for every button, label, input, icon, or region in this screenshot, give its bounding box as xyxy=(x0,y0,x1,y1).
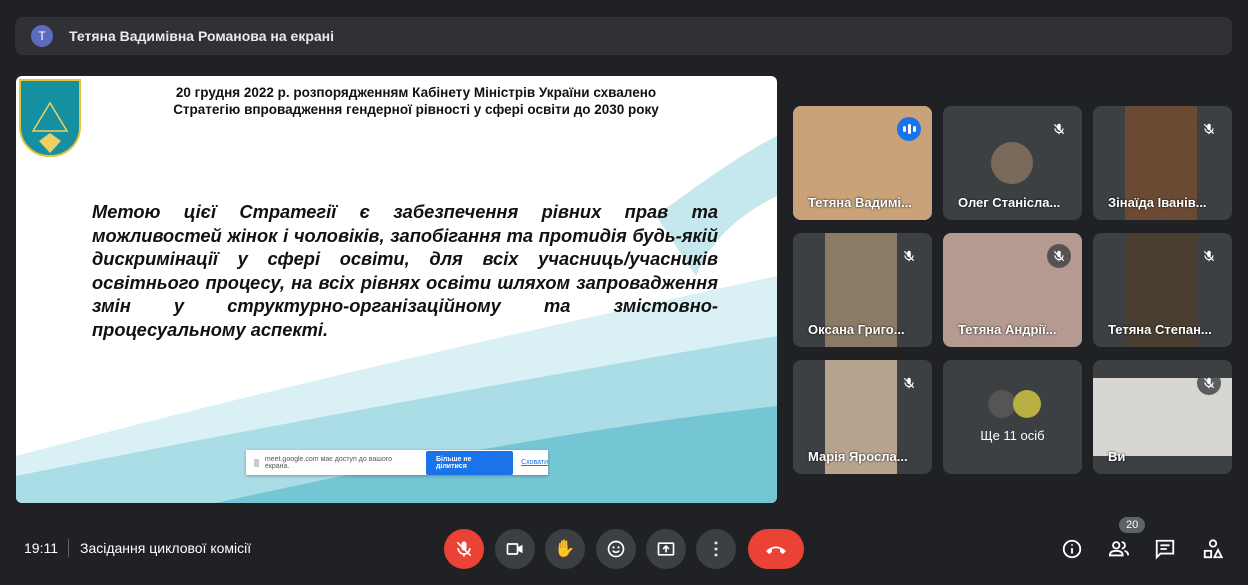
participant-name: Тетяна Вадимі... xyxy=(808,195,912,210)
university-logo xyxy=(19,79,81,157)
participant-count-badge: 20 xyxy=(1119,517,1146,533)
mic-muted-icon xyxy=(897,371,921,395)
emoji-icon xyxy=(607,540,625,558)
participant-avatar xyxy=(991,142,1033,184)
participant-name: Оксана Григо... xyxy=(808,322,905,337)
activities-button[interactable] xyxy=(1201,537,1225,561)
participant-avatar xyxy=(1013,390,1041,418)
avatar: Т xyxy=(31,25,53,47)
present-button[interactable] xyxy=(646,529,686,569)
info-icon xyxy=(1062,539,1082,559)
mic-muted-icon xyxy=(1047,244,1071,268)
participant-name: Марія Яросла... xyxy=(808,449,908,464)
participant-name: Тетяна Андрії... xyxy=(958,322,1057,337)
participant-avatar xyxy=(988,390,1016,418)
slide-title-line2: Стратегію впровадження гендерної рівност… xyxy=(173,102,659,117)
mic-muted-icon xyxy=(1197,244,1221,268)
mic-toggle-button[interactable] xyxy=(444,529,484,569)
drag-handle[interactable] xyxy=(254,458,259,467)
slide-title-line1: 20 грудня 2022 р. розпорядженням Кабінет… xyxy=(175,85,657,100)
people-icon xyxy=(1108,541,1130,557)
slide-body: Метою цієї Стратегії є забезпечення рівн… xyxy=(92,201,718,340)
reactions-button[interactable] xyxy=(596,529,636,569)
chat-icon xyxy=(1155,539,1175,560)
present-icon xyxy=(657,542,675,556)
speaking-indicator-icon xyxy=(897,117,921,141)
camera-icon xyxy=(506,543,523,555)
participant-tile[interactable]: Марія Яросла... xyxy=(793,360,932,474)
participant-tile[interactable]: Ще 11 осіб xyxy=(943,360,1082,474)
participant-name: Тетяна Степан... xyxy=(1108,322,1212,337)
more-participants-label: Ще 11 осіб xyxy=(980,428,1045,443)
camera-toggle-button[interactable] xyxy=(495,529,535,569)
mic-muted-icon xyxy=(1197,117,1221,141)
participant-name: Олег Станісла... xyxy=(958,195,1061,210)
meeting-title: Засідання циклової комісії xyxy=(80,540,252,556)
mic-off-icon xyxy=(456,541,472,557)
clock: 19:11 xyxy=(24,540,58,556)
participant-tile[interactable]: Тетяна Степан... xyxy=(1093,233,1232,347)
more-vert-icon: ⋯ xyxy=(706,540,726,558)
shared-screen: 20 грудня 2022 р. розпорядженням Кабінет… xyxy=(16,76,777,503)
mic-muted-icon xyxy=(897,244,921,268)
presentation-banner: Т Тетяна Вадимівна Романова на екрані xyxy=(15,17,1232,55)
mic-muted-icon xyxy=(1047,117,1071,141)
people-button[interactable] xyxy=(1107,537,1131,561)
hand-icon: ✋ xyxy=(554,539,576,558)
activities-icon xyxy=(1203,539,1224,559)
meeting-details-button[interactable] xyxy=(1060,537,1084,561)
bottom-bar: 19:11 Засідання циклової комісії ✋ ⋯ 20 xyxy=(0,517,1248,576)
hang-up-icon xyxy=(766,546,786,554)
slide-title: 20 грудня 2022 р. розпорядженням Кабінет… xyxy=(116,84,716,118)
stop-sharing-button[interactable]: Більше не ділитися xyxy=(425,450,514,475)
participant-tile[interactable]: Оксана Григо... xyxy=(793,233,932,347)
divider xyxy=(68,539,69,557)
mic-muted-icon xyxy=(1197,371,1221,395)
participant-tile[interactable]: Олег Станісла... xyxy=(943,106,1082,220)
participant-tile[interactable]: Тетяна Вадимі... xyxy=(793,106,932,220)
chat-button[interactable] xyxy=(1153,537,1177,561)
participant-name: Зінаїда Іванів... xyxy=(1108,195,1207,210)
hide-link[interactable]: Сховати xyxy=(521,459,548,466)
banner-title: Тетяна Вадимівна Романова на екрані xyxy=(69,28,335,44)
share-message: meet.google.com має доступ до вашого екр… xyxy=(264,455,393,470)
more-options-button[interactable]: ⋯ xyxy=(696,529,736,569)
participant-tile[interactable]: Зінаїда Іванів... xyxy=(1093,106,1232,220)
leave-call-button[interactable] xyxy=(748,529,804,569)
participant-tile[interactable]: Тетяна Андрії... xyxy=(943,233,1082,347)
participant-tile[interactable]: Ви xyxy=(1093,360,1232,474)
screen-share-bar: meet.google.com має доступ до вашого екр… xyxy=(246,450,548,475)
participant-name: Ви xyxy=(1108,449,1126,464)
raise-hand-button[interactable]: ✋ xyxy=(545,529,585,569)
